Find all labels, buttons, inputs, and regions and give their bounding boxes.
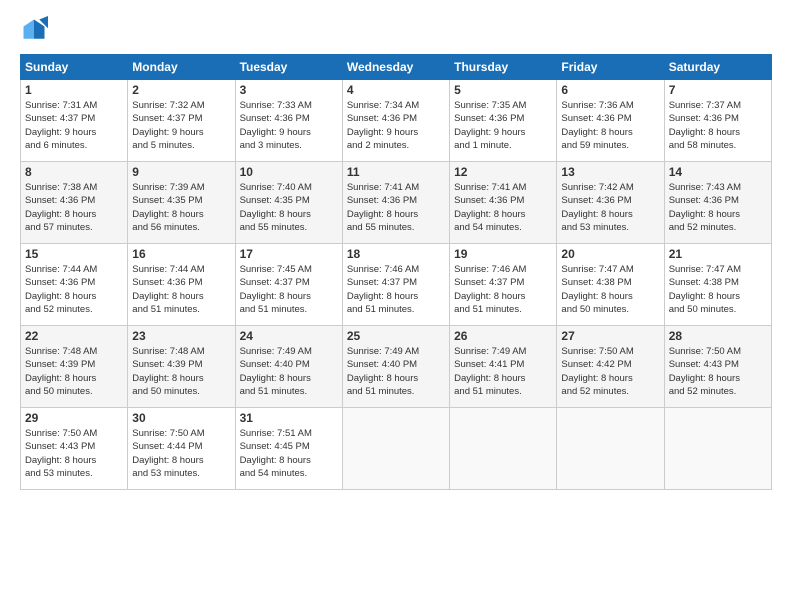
calendar-week-4: 22Sunrise: 7:48 AMSunset: 4:39 PMDayligh… — [21, 326, 772, 408]
calendar-day-26: 26Sunrise: 7:49 AMSunset: 4:41 PMDayligh… — [450, 326, 557, 408]
empty-cell — [557, 408, 664, 490]
calendar-day-9: 9Sunrise: 7:39 AMSunset: 4:35 PMDaylight… — [128, 162, 235, 244]
calendar-day-28: 28Sunrise: 7:50 AMSunset: 4:43 PMDayligh… — [664, 326, 771, 408]
calendar-week-3: 15Sunrise: 7:44 AMSunset: 4:36 PMDayligh… — [21, 244, 772, 326]
calendar-day-7: 7Sunrise: 7:37 AMSunset: 4:36 PMDaylight… — [664, 80, 771, 162]
calendar-day-14: 14Sunrise: 7:43 AMSunset: 4:36 PMDayligh… — [664, 162, 771, 244]
weekday-header-tuesday: Tuesday — [235, 55, 342, 80]
calendar-week-2: 8Sunrise: 7:38 AMSunset: 4:36 PMDaylight… — [21, 162, 772, 244]
calendar-day-27: 27Sunrise: 7:50 AMSunset: 4:42 PMDayligh… — [557, 326, 664, 408]
calendar-day-20: 20Sunrise: 7:47 AMSunset: 4:38 PMDayligh… — [557, 244, 664, 326]
calendar-week-5: 29Sunrise: 7:50 AMSunset: 4:43 PMDayligh… — [21, 408, 772, 490]
calendar-day-12: 12Sunrise: 7:41 AMSunset: 4:36 PMDayligh… — [450, 162, 557, 244]
calendar-table: SundayMondayTuesdayWednesdayThursdayFrid… — [20, 54, 772, 490]
calendar-day-11: 11Sunrise: 7:41 AMSunset: 4:36 PMDayligh… — [342, 162, 449, 244]
page: SundayMondayTuesdayWednesdayThursdayFrid… — [0, 0, 792, 500]
calendar-day-10: 10Sunrise: 7:40 AMSunset: 4:35 PMDayligh… — [235, 162, 342, 244]
weekday-header-wednesday: Wednesday — [342, 55, 449, 80]
weekday-header-monday: Monday — [128, 55, 235, 80]
calendar-week-1: 1Sunrise: 7:31 AMSunset: 4:37 PMDaylight… — [21, 80, 772, 162]
calendar-day-3: 3Sunrise: 7:33 AMSunset: 4:36 PMDaylight… — [235, 80, 342, 162]
calendar-day-22: 22Sunrise: 7:48 AMSunset: 4:39 PMDayligh… — [21, 326, 128, 408]
calendar-day-17: 17Sunrise: 7:45 AMSunset: 4:37 PMDayligh… — [235, 244, 342, 326]
calendar-day-19: 19Sunrise: 7:46 AMSunset: 4:37 PMDayligh… — [450, 244, 557, 326]
empty-cell — [450, 408, 557, 490]
logo-icon — [20, 16, 48, 44]
calendar-day-6: 6Sunrise: 7:36 AMSunset: 4:36 PMDaylight… — [557, 80, 664, 162]
empty-cell — [664, 408, 771, 490]
calendar-day-4: 4Sunrise: 7:34 AMSunset: 4:36 PMDaylight… — [342, 80, 449, 162]
logo — [20, 16, 52, 44]
calendar-day-2: 2Sunrise: 7:32 AMSunset: 4:37 PMDaylight… — [128, 80, 235, 162]
weekday-header-sunday: Sunday — [21, 55, 128, 80]
weekday-header-row: SundayMondayTuesdayWednesdayThursdayFrid… — [21, 55, 772, 80]
empty-cell — [342, 408, 449, 490]
weekday-header-thursday: Thursday — [450, 55, 557, 80]
calendar-day-23: 23Sunrise: 7:48 AMSunset: 4:39 PMDayligh… — [128, 326, 235, 408]
header — [20, 16, 772, 44]
calendar-day-15: 15Sunrise: 7:44 AMSunset: 4:36 PMDayligh… — [21, 244, 128, 326]
calendar-day-16: 16Sunrise: 7:44 AMSunset: 4:36 PMDayligh… — [128, 244, 235, 326]
calendar-day-24: 24Sunrise: 7:49 AMSunset: 4:40 PMDayligh… — [235, 326, 342, 408]
calendar-day-31: 31Sunrise: 7:51 AMSunset: 4:45 PMDayligh… — [235, 408, 342, 490]
weekday-header-friday: Friday — [557, 55, 664, 80]
weekday-header-saturday: Saturday — [664, 55, 771, 80]
calendar-day-30: 30Sunrise: 7:50 AMSunset: 4:44 PMDayligh… — [128, 408, 235, 490]
calendar-day-1: 1Sunrise: 7:31 AMSunset: 4:37 PMDaylight… — [21, 80, 128, 162]
calendar-day-8: 8Sunrise: 7:38 AMSunset: 4:36 PMDaylight… — [21, 162, 128, 244]
calendar-day-5: 5Sunrise: 7:35 AMSunset: 4:36 PMDaylight… — [450, 80, 557, 162]
calendar-day-29: 29Sunrise: 7:50 AMSunset: 4:43 PMDayligh… — [21, 408, 128, 490]
calendar-day-25: 25Sunrise: 7:49 AMSunset: 4:40 PMDayligh… — [342, 326, 449, 408]
calendar-day-18: 18Sunrise: 7:46 AMSunset: 4:37 PMDayligh… — [342, 244, 449, 326]
calendar-day-21: 21Sunrise: 7:47 AMSunset: 4:38 PMDayligh… — [664, 244, 771, 326]
calendar-day-13: 13Sunrise: 7:42 AMSunset: 4:36 PMDayligh… — [557, 162, 664, 244]
